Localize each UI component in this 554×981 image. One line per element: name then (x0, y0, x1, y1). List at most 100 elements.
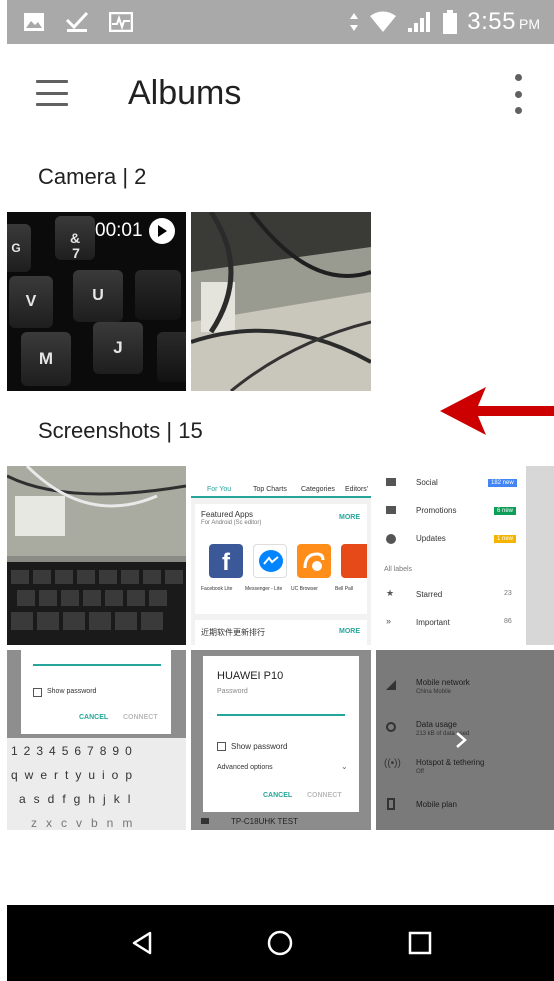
hamburger-menu-icon[interactable] (36, 80, 68, 106)
store-tab-label: Editors' (345, 486, 369, 493)
keycap: M (21, 332, 71, 386)
store-bottom-card: 近期软件更新排行 MORE (195, 620, 367, 645)
store-more-link: MORE (339, 628, 360, 635)
video-duration-badge: 00:01 (95, 218, 175, 244)
settings-item-subtitle: China Mobile (416, 689, 452, 695)
mail-badge: 182 new (488, 479, 517, 487)
signal-icon (407, 11, 433, 33)
chevron-down-icon: ⌄ (341, 762, 348, 771)
video-duration: 00:01 (95, 220, 143, 241)
mail-category: Social (416, 478, 438, 487)
settings-item-title: Mobile plan (416, 800, 457, 809)
advanced-options-label: Advanced options (217, 764, 273, 771)
mail-backdrop (526, 466, 554, 645)
updates-icon (386, 534, 396, 544)
keycap: J (93, 322, 143, 374)
keycap (157, 332, 186, 382)
password-underline (33, 664, 161, 666)
keycap: 7 (72, 245, 80, 261)
soft-keyboard: 1234567890 qwertyuiop asdfghjkl zxcvbnm (7, 738, 186, 830)
dialog-connect: CONNECT (307, 792, 342, 799)
settings-item-title: Data usage (416, 720, 457, 729)
image-icon (23, 12, 45, 32)
show-password-label: Show password (47, 688, 97, 695)
keyboard-row: qwertyuiop (11, 768, 140, 782)
keyboard-row: asdfghjkl (19, 792, 139, 806)
show-password-checkbox (33, 688, 42, 697)
store-tab-label: For You (207, 486, 232, 493)
screenshot-thumbnail-2[interactable]: For You Top Charts Categories Editors' F… (191, 466, 371, 645)
chevron-right-icon (454, 730, 468, 755)
keyboard-row: 1234567890 (11, 744, 138, 758)
screenshot-thumbnail-5[interactable]: HUAWEI P10 Password Show password Advanc… (191, 650, 371, 830)
data-arrows-icon (349, 11, 359, 33)
settings-item-subtitle: Off (416, 769, 424, 775)
keycap: U (73, 270, 123, 322)
mail-category: Updates (416, 534, 446, 543)
download-done-icon (65, 11, 89, 33)
store-app-name: UC Browser (291, 586, 318, 592)
uc-browser-app-icon (297, 544, 331, 578)
mail-label: Starred (416, 590, 443, 599)
dialog-cancel: CANCEL (263, 792, 293, 799)
keycap: G (7, 224, 31, 272)
important-icon: » (386, 616, 392, 626)
star-icon: ★ (386, 588, 395, 598)
promotions-icon (386, 506, 396, 514)
facebook-lite-app-icon: f (209, 544, 243, 578)
screenshot-thumbnail-3[interactable]: Social 182 new Promotions 6 new Updates … (376, 466, 554, 645)
store-more-link: MORE (339, 514, 360, 521)
album-camera-video-thumbnail[interactable]: G & 7 V U M J 00:01 (7, 212, 186, 391)
social-icon (386, 478, 396, 486)
page-title: Albums (128, 74, 242, 112)
mail-label: Important (416, 618, 450, 627)
clock-ampm: PM (519, 16, 540, 32)
password-underline (217, 714, 345, 716)
dialog-connect: CONNECT (123, 714, 158, 721)
screenshot-thumbnail-6[interactable]: Mobile network China Mobile Data usage 2… (376, 650, 554, 830)
play-icon (148, 218, 175, 244)
store-card-title: Featured Apps (201, 510, 254, 519)
signal-icon (386, 680, 396, 690)
pulse-icon (109, 12, 133, 32)
show-password-checkbox (217, 742, 226, 751)
recents-icon[interactable] (405, 928, 435, 958)
app-bar: Albums (0, 44, 554, 144)
store-tab-label: Top Charts (253, 486, 287, 493)
hotspot-icon: ((•)) (384, 758, 401, 769)
clock-time: 3:55 (467, 8, 516, 35)
wifi-icon (369, 11, 397, 33)
screenshot-thumbnail-1[interactable] (7, 466, 186, 645)
wifi-dialog: Show password CANCEL CONNECT (21, 650, 171, 734)
status-bar: 3:55 PM (7, 0, 554, 44)
show-password-label: Show password (231, 742, 288, 751)
wifi-p10-dialog: HUAWEI P10 Password Show password Advanc… (203, 656, 359, 812)
wifi-icon (201, 818, 209, 824)
album-camera-photo-thumbnail[interactable] (191, 212, 371, 391)
mail-label-count: 86 (504, 618, 512, 625)
keycap: V (9, 276, 53, 328)
store-section-title: 近期软件更新排行 (201, 628, 265, 637)
home-icon[interactable] (265, 928, 295, 958)
mail-label-count: 23 (504, 590, 512, 597)
password-label: Password (217, 688, 248, 695)
more-vert-icon[interactable] (510, 74, 526, 114)
mail-drawer: Social 182 new Promotions 6 new Updates … (376, 466, 526, 645)
back-icon[interactable] (127, 928, 157, 958)
keycap (135, 270, 181, 320)
album-title-camera[interactable]: Camera | 2 (38, 164, 146, 190)
mail-badge: 1 new (494, 535, 517, 543)
mail-badge: 6 new (494, 507, 517, 515)
store-tab-label: Categories (301, 486, 335, 493)
keyboard-photo-image (7, 466, 186, 645)
mail-category: Promotions (416, 506, 457, 515)
battery-icon (443, 10, 458, 34)
network-list-item: TP-C18UHK TEST (231, 817, 298, 826)
screenshot-thumbnail-4[interactable]: Show password CANCEL CONNECT 1234567890 … (7, 650, 186, 830)
mail-all-labels: All labels (384, 566, 413, 573)
dialog-cancel: CANCEL (79, 714, 109, 721)
settings-item-title: Hotspot & tethering (416, 758, 485, 767)
store-app-name: Bell Pall (335, 586, 354, 592)
album-title-screenshots[interactable]: Screenshots | 15 (38, 418, 203, 444)
sim-icon (387, 798, 395, 810)
